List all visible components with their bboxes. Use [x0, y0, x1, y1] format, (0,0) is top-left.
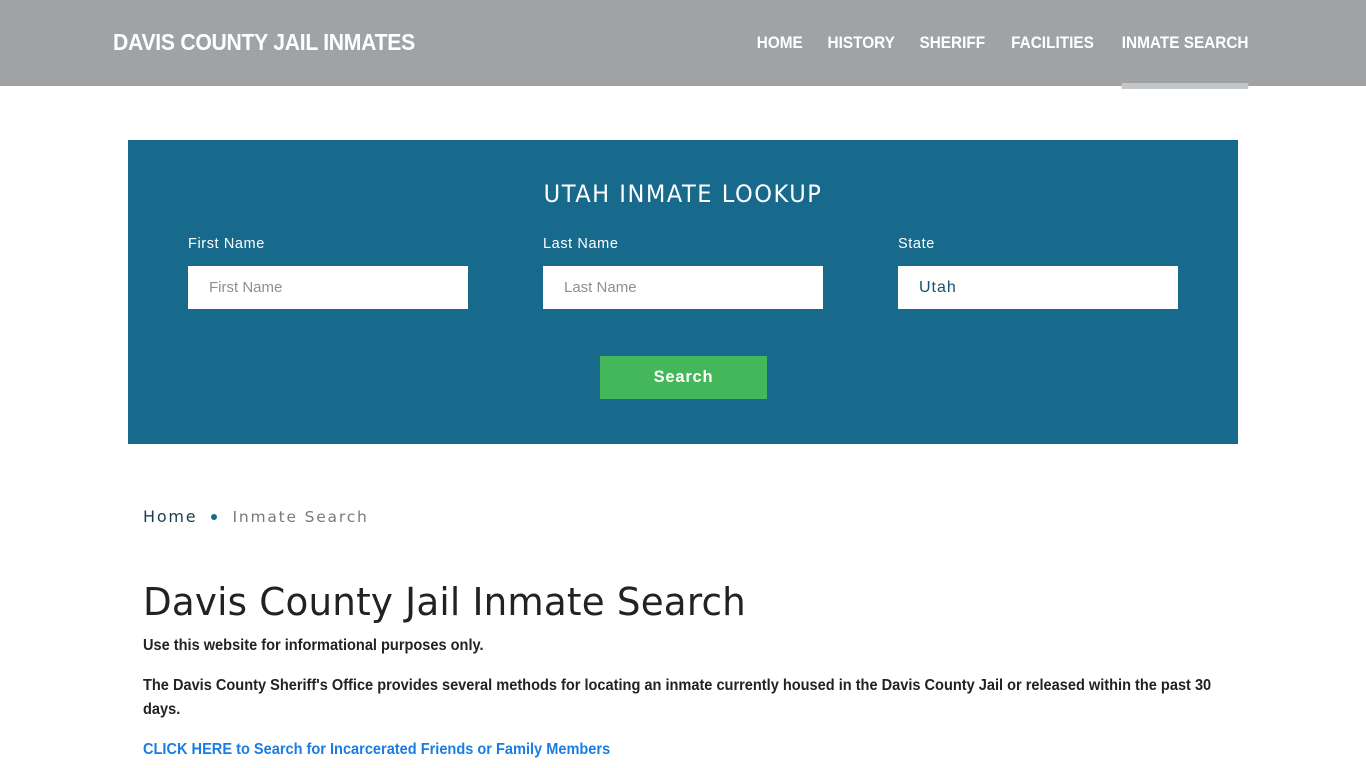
breadcrumb-home[interactable]: Home: [143, 507, 197, 526]
first-name-field-group: First Name: [188, 236, 468, 309]
first-name-input[interactable]: [188, 266, 468, 309]
inmate-lookup-panel: UTAH INMATE LOOKUP First Name Last Name …: [128, 140, 1238, 444]
lookup-title: UTAH INMATE LOOKUP: [543, 180, 823, 208]
main-nav: HOME HISTORY SHERIFF FACILITIES INMATE S…: [735, 0, 1253, 89]
disclaimer-text: Use this website for informational purpo…: [143, 637, 484, 654]
search-button[interactable]: Search: [600, 356, 767, 399]
last-name-field-group: Last Name: [543, 236, 823, 309]
breadcrumb-current: Inmate Search: [232, 507, 369, 526]
state-input[interactable]: [898, 266, 1178, 309]
nav-history[interactable]: HISTORY: [827, 0, 894, 86]
last-name-input[interactable]: [543, 266, 823, 309]
nav-sheriff[interactable]: SHERIFF: [920, 0, 986, 86]
state-label: State: [898, 236, 935, 252]
nav-inmate-search[interactable]: INMATE SEARCH: [1121, 0, 1249, 89]
breadcrumb-separator-dot-icon: [211, 513, 218, 520]
page-title: Davis County Jail Inmate Search: [143, 580, 746, 624]
first-name-label: First Name: [188, 236, 265, 252]
search-incarcerated-link[interactable]: CLICK HERE to Search for Incarcerated Fr…: [143, 738, 610, 762]
site-header: DAVIS COUNTY JAIL INMATES HOME HISTORY S…: [0, 0, 1366, 89]
last-name-label: Last Name: [543, 236, 619, 252]
nav-home[interactable]: HOME: [757, 0, 803, 86]
breadcrumb: Home Inmate Search: [143, 507, 369, 526]
intro-paragraph: The Davis County Sheriff's Office provid…: [143, 677, 1212, 718]
site-logo[interactable]: DAVIS COUNTY JAIL INMATES: [113, 29, 415, 56]
nav-facilities[interactable]: FACILITIES: [1011, 0, 1094, 86]
state-field-group: State: [898, 236, 1178, 309]
